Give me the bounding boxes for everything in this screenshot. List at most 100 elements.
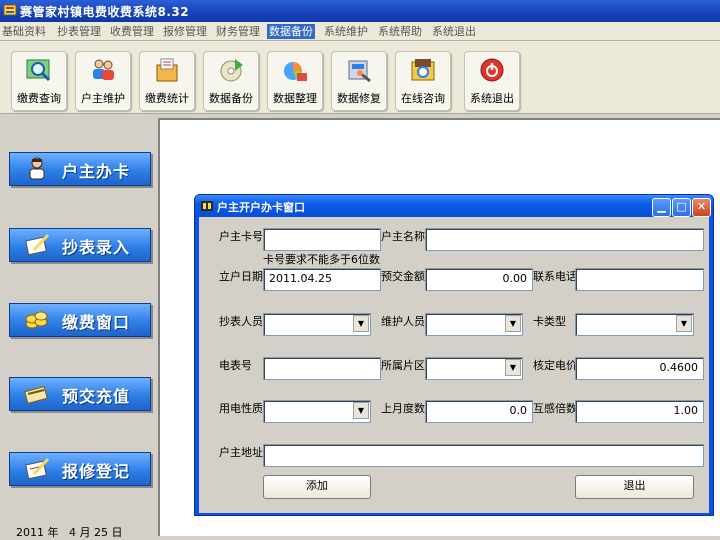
dialog-icon	[201, 201, 213, 211]
menu-system-maintenance[interactable]: 系统维护	[322, 24, 370, 39]
sidebar-label: 预交充值	[62, 387, 131, 406]
toolbar-label: 在线咨询	[401, 92, 445, 105]
status-month-unit: 月	[79, 526, 91, 539]
chevron-down-icon[interactable]: ▼	[353, 315, 369, 332]
price-input[interactable]: 0.4600	[575, 357, 704, 380]
district-select[interactable]: ▼	[425, 357, 523, 380]
phone-label: 联系电话	[533, 270, 577, 283]
menu-finance[interactable]: 财务管理	[214, 24, 262, 39]
status-year-unit: 年	[47, 526, 59, 539]
sidebar-meter-entry-button[interactable]: 抄表录入	[9, 228, 151, 262]
sidebar-open-card-button[interactable]: 户主办卡	[9, 152, 151, 186]
status-date: 2011 年 4 月 25 日	[16, 524, 123, 540]
person-icon	[29, 157, 45, 180]
toolbar-label: 系统退出	[470, 92, 514, 105]
exit-button[interactable]: 退出	[575, 475, 694, 499]
menu-meter-reading[interactable]: 抄表管理	[55, 24, 103, 39]
power-icon	[480, 58, 504, 82]
menu-repair[interactable]: 报修管理	[161, 24, 209, 39]
menu-payment[interactable]: 收费管理	[108, 24, 156, 39]
window-title: 赛管家村镇电费收费系统8.32	[20, 5, 190, 19]
meter-no-input[interactable]	[263, 357, 381, 380]
status-month: 4	[69, 526, 76, 539]
menu-data-backup[interactable]: 数据备份	[267, 24, 315, 39]
dialog-title-bar[interactable]: 户主开户办卡窗口 ▁ □ ✕	[195, 195, 713, 217]
status-year: 2011	[16, 526, 44, 539]
card-no-input[interactable]	[263, 228, 381, 251]
owner-name-input[interactable]	[425, 228, 704, 251]
card-no-hint: 卡号要求不能多于6位数	[263, 253, 380, 266]
open-date-label: 立户日期	[219, 270, 263, 283]
toolbar-system-exit-button[interactable]: 系统退出	[464, 51, 520, 111]
multiplier-input[interactable]: 1.00	[575, 400, 704, 423]
backup-disc-icon	[220, 59, 243, 82]
maximize-button[interactable]: □	[672, 198, 691, 217]
users-icon	[93, 59, 114, 80]
dialog-body: 户主卡号 卡号要求不能多于6位数 户主名称 立户日期 2011.04.25 预交…	[199, 217, 709, 513]
toolbar-payment-query-button[interactable]: 缴费查询	[11, 51, 67, 111]
toolbar-label: 缴费查询	[17, 92, 61, 105]
toolbar-online-consult-button[interactable]: 在线咨询	[395, 51, 451, 111]
toolbar: 缴费查询 户主维护 缴费统计 数据备份 数据整理 数据修复 在线咨询 系统退出	[0, 41, 720, 114]
status-day: 25	[94, 526, 108, 539]
card-icon	[24, 386, 48, 404]
district-label: 所属片区	[381, 359, 425, 372]
toolbar-payment-statistics-button[interactable]: 缴费统计	[139, 51, 195, 111]
toolbar-data-organize-button[interactable]: 数据整理	[267, 51, 323, 111]
address-input[interactable]	[263, 444, 704, 467]
sidebar-label: 缴费窗口	[62, 313, 131, 332]
multiplier-label: 互感倍数	[533, 402, 577, 415]
toolbar-label: 户主维护	[81, 92, 125, 105]
chevron-down-icon[interactable]: ▼	[505, 315, 521, 332]
menu-system-exit[interactable]: 系统退出	[430, 24, 478, 39]
chevron-down-icon[interactable]: ▼	[353, 402, 369, 419]
menu-basic-data[interactable]: 基础资料	[0, 24, 48, 39]
usage-type-label: 用电性质	[219, 402, 263, 415]
add-button[interactable]: 添加	[263, 475, 371, 499]
toolbar-label: 数据整理	[273, 92, 317, 105]
open-card-dialog: 户主开户办卡窗口 ▁ □ ✕ 户主卡号 卡号要求不能多于6位数 户主名称 立户日…	[194, 194, 714, 516]
menu-system-help[interactable]: 系统帮助	[376, 24, 424, 39]
chevron-down-icon[interactable]: ▼	[505, 359, 521, 376]
magnifier-icon	[26, 59, 51, 82]
sidebar-payment-window-button[interactable]: 缴费窗口	[9, 303, 151, 337]
left-sidebar: 户主办卡 抄表录入 缴费窗口 预交充值 报修登记	[0, 114, 158, 536]
app-icon	[3, 4, 17, 16]
last-reading-input[interactable]: 0.0	[425, 400, 533, 423]
notepad-icon	[25, 233, 50, 256]
close-button[interactable]: ✕	[692, 198, 711, 217]
sidebar-label: 户主办卡	[62, 162, 131, 181]
price-label: 核定电价	[533, 359, 577, 372]
card-type-select[interactable]: ▼	[575, 313, 694, 336]
toolbar-owner-maintenance-button[interactable]: 户主维护	[75, 51, 131, 111]
toolbar-label: 缴费统计	[145, 92, 189, 105]
status-day-unit: 日	[111, 526, 123, 539]
window-title-bar: 赛管家村镇电费收费系统8.32	[0, 0, 720, 22]
sidebar-repair-register-button[interactable]: 报修登记	[9, 452, 151, 486]
statistics-icon	[156, 58, 178, 82]
organize-icon	[284, 62, 307, 81]
maintainer-select[interactable]: ▼	[425, 313, 523, 336]
toolbar-label: 数据备份	[209, 92, 253, 105]
chevron-down-icon[interactable]: ▼	[676, 315, 692, 332]
usage-type-select[interactable]: ▼	[263, 400, 371, 423]
dialog-title: 户主开户办卡窗口	[217, 201, 305, 214]
phone-input[interactable]	[575, 268, 704, 291]
menu-bar: 基础资料 抄表管理 收费管理 报修管理 财务管理 数据备份 系统维护 系统帮助 …	[0, 22, 720, 41]
repair-icon	[348, 60, 371, 83]
reader-select[interactable]: ▼	[263, 313, 371, 336]
address-label: 户主地址	[219, 446, 263, 459]
prepaid-input[interactable]: 0.00	[425, 268, 533, 291]
maintainer-label: 维护人员	[381, 315, 425, 328]
repair-note-icon	[25, 457, 50, 480]
meter-no-label: 电表号	[219, 359, 252, 372]
minimize-button[interactable]: ▁	[652, 198, 671, 217]
open-date-input[interactable]: 2011.04.25	[263, 268, 381, 291]
card-type-label: 卡类型	[533, 315, 566, 328]
reader-label: 抄表人员	[219, 315, 263, 328]
toolbar-data-backup-button[interactable]: 数据备份	[203, 51, 259, 111]
sidebar-prepay-recharge-button[interactable]: 预交充值	[9, 377, 151, 411]
last-reading-label: 上月度数	[381, 402, 425, 415]
coins-icon	[25, 311, 48, 329]
toolbar-data-repair-button[interactable]: 数据修复	[331, 51, 387, 111]
